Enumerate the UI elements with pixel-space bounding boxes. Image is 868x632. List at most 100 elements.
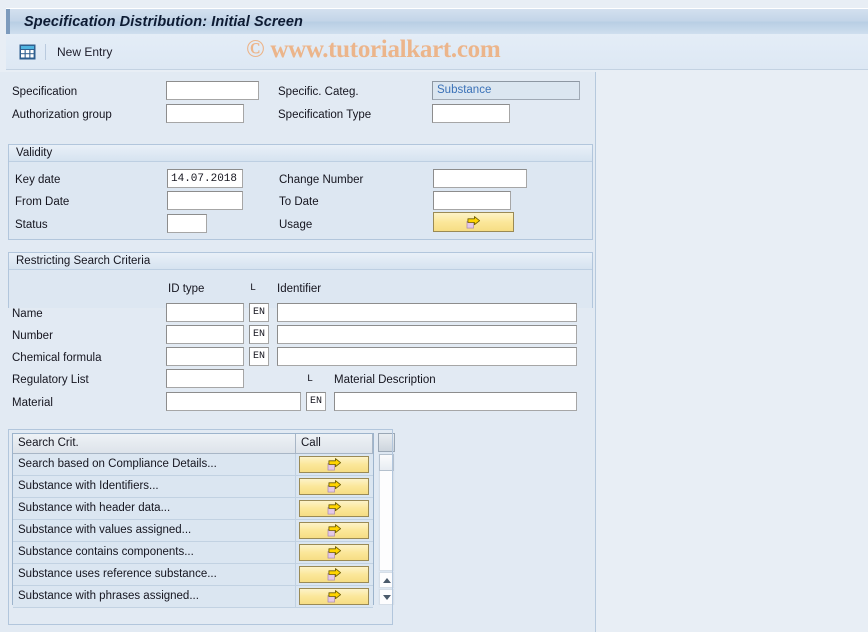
yellow-arrow-icon [327, 567, 341, 580]
toolbar-separator [45, 43, 46, 60]
row-call-cell [296, 586, 373, 608]
row-call-cell [296, 564, 373, 586]
regulatory-list-input[interactable] [166, 369, 244, 388]
row-call-button[interactable] [299, 499, 369, 517]
table-row[interactable]: Substance uses reference substance... [13, 564, 373, 586]
to-date-input[interactable] [433, 191, 511, 210]
authorization-group-label: Authorization group [12, 109, 112, 121]
name-id-type-input[interactable] [166, 303, 244, 322]
authorization-group-input[interactable] [166, 104, 244, 123]
from-date-input[interactable] [167, 191, 243, 210]
row-call-cell [296, 542, 373, 564]
table-row[interactable]: Substance with header data... [13, 498, 373, 520]
scrollbar-thumb[interactable] [379, 454, 394, 471]
name-language-field[interactable]: EN [249, 303, 269, 322]
chemical-formula-identifier-input[interactable] [277, 347, 577, 366]
yellow-arrow-icon [327, 457, 341, 470]
scrollbar-track[interactable] [379, 471, 394, 571]
material-language-field[interactable]: EN [306, 392, 326, 411]
triangle-up-icon [382, 577, 391, 583]
table-header-row: Search Crit. Call [13, 434, 373, 454]
to-date-label: To Date [279, 196, 319, 208]
specific-categ-label: Specific. Categ. [278, 86, 359, 98]
change-number-input[interactable] [433, 169, 527, 188]
table-row[interactable]: Search based on Compliance Details... [13, 454, 373, 476]
specification-type-label: Specification Type [278, 109, 372, 121]
scrollbar-header-block [378, 433, 395, 452]
specific-categ-display: Substance [432, 81, 580, 100]
table-body: Search based on Compliance Details... Su… [13, 454, 373, 608]
row-call-button[interactable] [299, 543, 369, 561]
row-search-crit-label: Substance with values assigned... [13, 520, 296, 541]
chemical-formula-language-field[interactable]: EN [249, 347, 269, 366]
row-search-crit-label: Substance with header data... [13, 498, 296, 519]
row-call-cell [296, 476, 373, 498]
validity-group: Validity Key date Change Number From Dat… [8, 144, 593, 240]
table-row[interactable]: Substance with values assigned... [13, 520, 373, 542]
row-search-crit-label: Substance uses reference substance... [13, 564, 296, 585]
material-input[interactable] [166, 392, 301, 411]
table-row[interactable]: Substance with Identifiers... [13, 476, 373, 498]
content-canvas: Specification Specific. Categ. Substance… [0, 72, 868, 632]
col-identifier-header: Identifier [277, 283, 322, 295]
material-description-input[interactable] [334, 392, 577, 411]
name-label: Name [12, 308, 43, 320]
col-lang-header: L [250, 283, 257, 294]
row-call-button[interactable] [299, 587, 369, 605]
usage-call-button[interactable] [433, 212, 514, 232]
table-row[interactable]: Substance contains components... [13, 542, 373, 564]
chemical-formula-label: Chemical formula [12, 352, 102, 364]
row-search-crit-label: Search based on Compliance Details... [13, 454, 296, 475]
row-call-button[interactable] [299, 455, 369, 473]
row-call-cell [296, 520, 373, 542]
specification-label: Specification [12, 86, 78, 98]
specification-type-input[interactable] [432, 104, 510, 123]
col-lang2-header: L [307, 374, 314, 385]
number-identifier-input[interactable] [277, 325, 577, 344]
table-scrollbar[interactable] [378, 433, 395, 605]
validity-group-title: Validity [9, 145, 592, 162]
regulatory-list-label: Regulatory List [12, 374, 89, 386]
specification-input[interactable] [166, 81, 259, 100]
window-title-bar: Specification Distribution: Initial Scre… [6, 8, 868, 35]
number-language-field[interactable]: EN [249, 325, 269, 344]
yellow-arrow-icon [327, 545, 341, 558]
yellow-arrow-icon [327, 589, 341, 602]
scroll-up-button[interactable] [379, 572, 394, 588]
row-call-button[interactable] [299, 521, 369, 539]
key-date-input[interactable] [167, 169, 243, 188]
col-material-description-header: Material Description [334, 374, 436, 386]
from-date-label: From Date [15, 196, 70, 208]
change-number-label: Change Number [279, 174, 364, 186]
name-identifier-input[interactable] [277, 303, 577, 322]
number-label: Number [12, 330, 53, 342]
search-criteria-title: Restricting Search Criteria [9, 253, 592, 270]
status-input[interactable] [167, 214, 207, 233]
sap-window: Specification Distribution: Initial Scre… [0, 0, 868, 632]
row-search-crit-label: Substance contains components... [13, 542, 296, 563]
table-row[interactable]: Substance with phrases assigned... [13, 586, 373, 608]
application-toolbar: New Entry [6, 34, 868, 70]
yellow-arrow-icon [466, 215, 481, 228]
th-search-crit: Search Crit. [13, 434, 296, 453]
th-call: Call [296, 434, 373, 453]
usage-label: Usage [279, 219, 313, 231]
table-grid-icon[interactable] [16, 42, 38, 62]
yellow-arrow-icon [327, 501, 341, 514]
scroll-down-button[interactable] [379, 589, 394, 605]
row-call-button[interactable] [299, 565, 369, 583]
row-search-crit-label: Substance with phrases assigned... [13, 586, 296, 607]
yellow-arrow-icon [327, 523, 341, 536]
number-id-type-input[interactable] [166, 325, 244, 344]
search-criteria-group-header: Restricting Search Criteria [8, 252, 593, 308]
new-entry-button[interactable]: New Entry [57, 45, 112, 59]
triangle-down-icon [382, 594, 391, 600]
row-call-cell [296, 454, 373, 476]
key-date-label: Key date [15, 174, 61, 186]
chemical-formula-id-type-input[interactable] [166, 347, 244, 366]
title-accent-bar [6, 8, 10, 35]
row-search-crit-label: Substance with Identifiers... [13, 476, 296, 497]
yellow-arrow-icon [327, 479, 341, 492]
col-id-type-header: ID type [168, 283, 205, 295]
row-call-button[interactable] [299, 477, 369, 495]
